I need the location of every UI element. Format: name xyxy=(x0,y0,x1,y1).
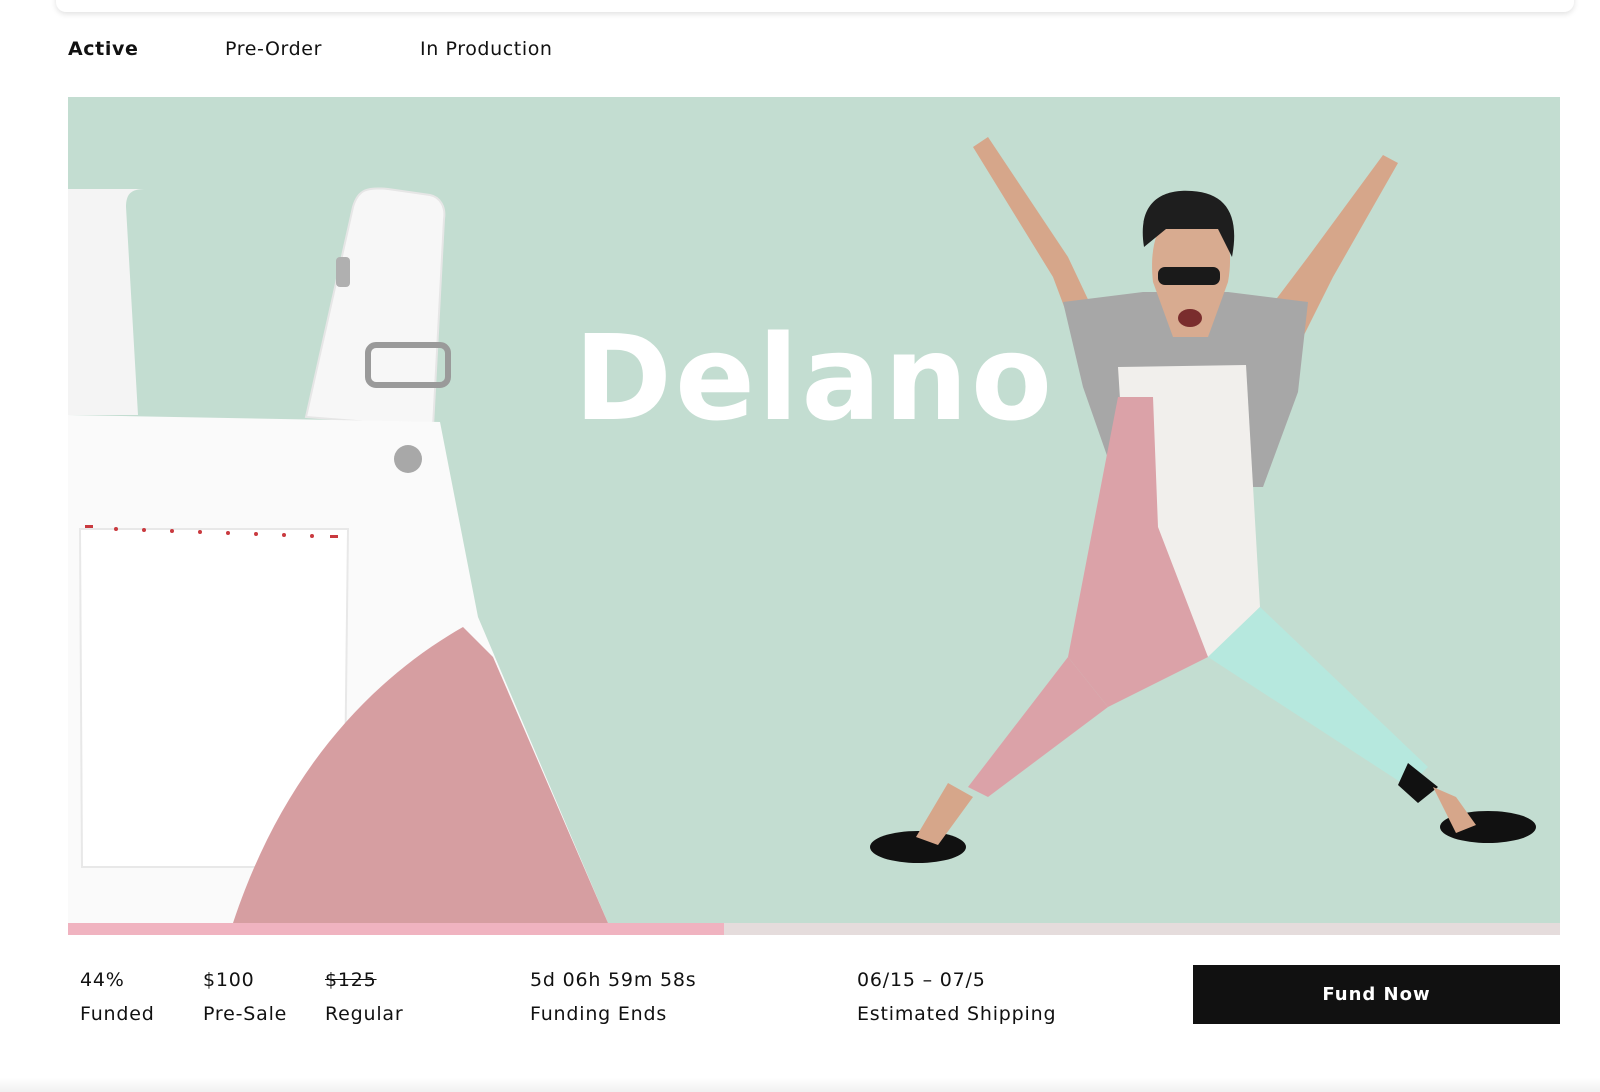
presale-label: Pre-Sale xyxy=(203,1003,288,1025)
product-hero-image: Delano xyxy=(68,97,1560,923)
stat-presale: $100 Pre-Sale xyxy=(203,963,287,1031)
stat-funding-ends: 5d 06h 59m 58s Funding Ends xyxy=(530,963,696,1031)
stat-funded: 44% Funded xyxy=(80,963,155,1031)
funded-percent: 44% xyxy=(80,969,125,991)
stat-estimated-shipping: 06/15 – 07/5 Estimated Shipping xyxy=(857,963,1056,1031)
tab-active[interactable]: Active xyxy=(68,38,138,60)
tab-in-production[interactable]: In Production xyxy=(420,38,553,60)
shipping-dates: 06/15 – 07/5 xyxy=(857,969,986,991)
stat-regular: $125 Regular xyxy=(325,963,403,1031)
funding-ends-label: Funding Ends xyxy=(530,1003,668,1025)
fund-now-button[interactable]: Fund Now xyxy=(1193,965,1560,1024)
presale-price: $100 xyxy=(203,969,255,991)
overall-closeup-graphic xyxy=(68,187,608,923)
tab-pre-order[interactable]: Pre-Order xyxy=(225,38,322,60)
jumping-model-graphic xyxy=(870,137,1536,863)
hero-illustration xyxy=(68,137,1536,923)
funding-progress-bar xyxy=(68,923,1560,935)
shipping-label: Estimated Shipping xyxy=(857,1003,1057,1025)
top-card-edge xyxy=(56,0,1574,12)
regular-price: $125 xyxy=(325,969,377,991)
hero-title: Delano xyxy=(574,309,1056,447)
regular-label: Regular xyxy=(325,1003,404,1025)
funding-progress-fill xyxy=(68,923,725,935)
funding-countdown: 5d 06h 59m 58s xyxy=(530,969,697,991)
funded-label: Funded xyxy=(80,1003,155,1025)
bottom-edge xyxy=(0,1078,1600,1092)
